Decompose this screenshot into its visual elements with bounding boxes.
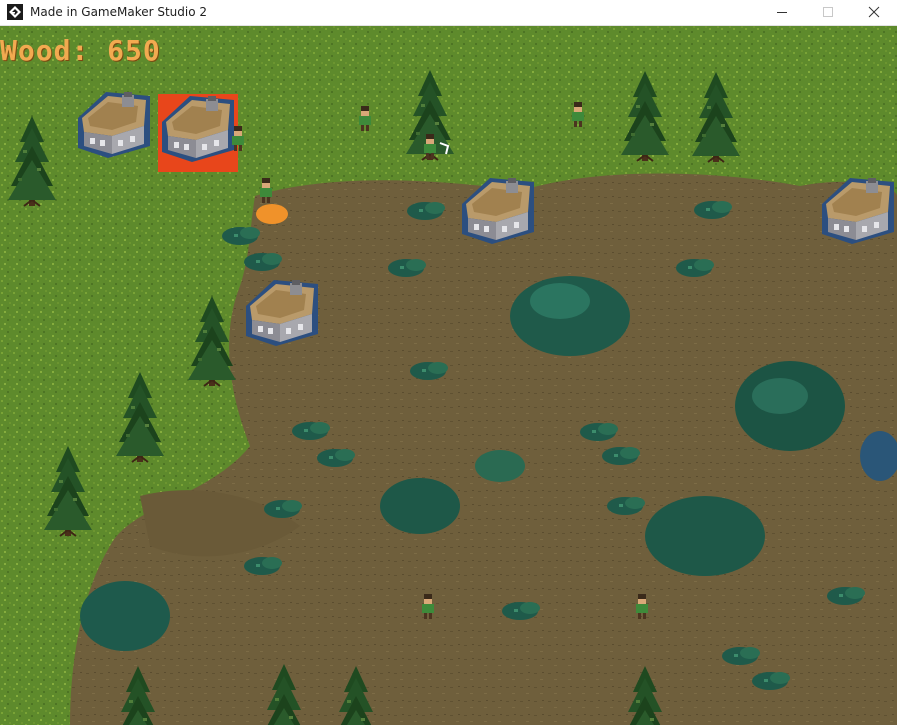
close-icon xyxy=(868,6,880,18)
maximize-button[interactable] xyxy=(805,0,851,25)
close-button[interactable] xyxy=(851,0,897,25)
window-title: Made in GameMaker Studio 2 xyxy=(30,5,208,19)
game-map[interactable] xyxy=(0,26,897,725)
gamemaker-logo-icon xyxy=(7,4,23,20)
minimize-icon xyxy=(777,12,787,13)
minimize-button[interactable] xyxy=(759,0,805,25)
selected-unit-marker xyxy=(256,204,288,224)
maximize-icon xyxy=(823,7,833,17)
game-viewport[interactable]: Wood: 650 xyxy=(0,26,897,725)
wood-counter: Wood: 650 xyxy=(0,34,161,67)
house-selected[interactable] xyxy=(158,94,238,172)
window-titlebar: Made in GameMaker Studio 2 xyxy=(0,0,897,26)
